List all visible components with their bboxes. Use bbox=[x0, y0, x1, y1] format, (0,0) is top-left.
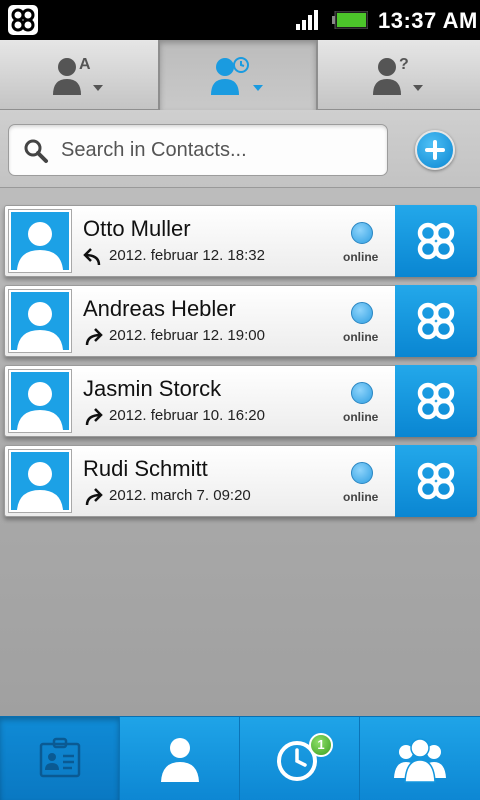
svg-text:?: ? bbox=[399, 56, 409, 73]
person-silhouette-icon bbox=[11, 452, 69, 510]
tab-groups[interactable] bbox=[360, 717, 480, 800]
status-label: online bbox=[343, 410, 379, 424]
contact-action-button[interactable] bbox=[395, 445, 477, 517]
app-logo-icon bbox=[417, 382, 455, 420]
plus-icon bbox=[425, 140, 445, 160]
contact-name: Otto Muller bbox=[83, 216, 191, 241]
contact-action-button[interactable] bbox=[395, 205, 477, 277]
tab-contact-card[interactable] bbox=[0, 717, 120, 800]
tab-alphabetical[interactable]: A bbox=[0, 40, 160, 110]
person-silhouette-icon bbox=[11, 292, 69, 350]
online-indicator bbox=[351, 302, 373, 324]
contact-row[interactable]: Rudi Schmitt 2012. march 7. 09:20 online bbox=[4, 445, 477, 517]
contact-name: Rudi Schmitt bbox=[83, 456, 208, 481]
contact-row[interactable]: Otto Muller 2012. februar 12. 18:32 onli… bbox=[4, 205, 477, 277]
forward-arrow-icon bbox=[85, 328, 103, 345]
avatar bbox=[8, 369, 72, 433]
contact-row[interactable]: Jasmin Storck 2012. februar 10. 16:20 on… bbox=[4, 365, 477, 437]
contact-card-icon bbox=[39, 737, 80, 778]
person-recent-icon bbox=[211, 57, 263, 95]
contact-row[interactable]: Andreas Hebler 2012. februar 12. 19:00 o… bbox=[4, 285, 477, 357]
contact-name: Jasmin Storck bbox=[83, 376, 222, 401]
tab-contacts[interactable] bbox=[120, 717, 240, 800]
group-icon bbox=[394, 738, 446, 783]
avatar bbox=[8, 449, 72, 513]
last-contact-time: 2012. march 7. 09:20 bbox=[109, 487, 251, 504]
person-icon bbox=[160, 738, 199, 782]
app-logo-icon bbox=[417, 462, 455, 500]
online-indicator bbox=[351, 382, 373, 404]
last-contact-time: 2012. februar 12. 19:00 bbox=[109, 327, 265, 344]
online-indicator bbox=[351, 222, 373, 244]
search-input[interactable] bbox=[61, 125, 381, 175]
avatar bbox=[8, 289, 72, 353]
status-label: online bbox=[343, 330, 379, 344]
svg-text:A: A bbox=[79, 56, 91, 73]
avatar bbox=[8, 209, 72, 273]
clock-time: 13:37 AM bbox=[378, 8, 478, 33]
forward-arrow-icon bbox=[85, 408, 103, 425]
person-silhouette-icon bbox=[11, 212, 69, 270]
status-label: online bbox=[343, 490, 379, 504]
status-label: online bbox=[343, 250, 379, 264]
filter-tabs: A ? bbox=[0, 40, 480, 110]
app-logo-icon bbox=[417, 222, 455, 260]
person-unknown-icon: ? bbox=[373, 56, 423, 95]
tab-recent[interactable] bbox=[158, 40, 318, 110]
bottom-tab-bar: 1 bbox=[0, 716, 480, 800]
person-alphabetical-icon: A bbox=[53, 56, 103, 95]
online-indicator bbox=[351, 462, 373, 484]
reply-arrow-icon bbox=[83, 248, 101, 265]
app-logo-icon bbox=[8, 5, 38, 35]
contact-action-button[interactable] bbox=[395, 365, 477, 437]
tab-history[interactable]: 1 bbox=[240, 717, 360, 800]
last-contact-time: 2012. februar 12. 18:32 bbox=[109, 247, 265, 264]
last-contact-time: 2012. februar 10. 16:20 bbox=[109, 407, 265, 424]
tab-unknown[interactable]: ? bbox=[320, 40, 480, 110]
search-bar bbox=[0, 110, 480, 188]
search-icon bbox=[24, 139, 48, 163]
contact-name: Andreas Hebler bbox=[83, 296, 236, 321]
notification-badge: 1 bbox=[309, 733, 333, 757]
contact-action-button[interactable] bbox=[395, 285, 477, 357]
search-field[interactable] bbox=[8, 124, 388, 176]
signal-icon bbox=[296, 10, 318, 30]
status-bar: 13:37 AM bbox=[0, 0, 480, 40]
forward-arrow-icon bbox=[85, 488, 103, 505]
add-contact-button[interactable] bbox=[415, 130, 455, 170]
person-silhouette-icon bbox=[11, 372, 69, 430]
app-logo-icon bbox=[417, 302, 455, 340]
battery-icon bbox=[332, 11, 368, 29]
